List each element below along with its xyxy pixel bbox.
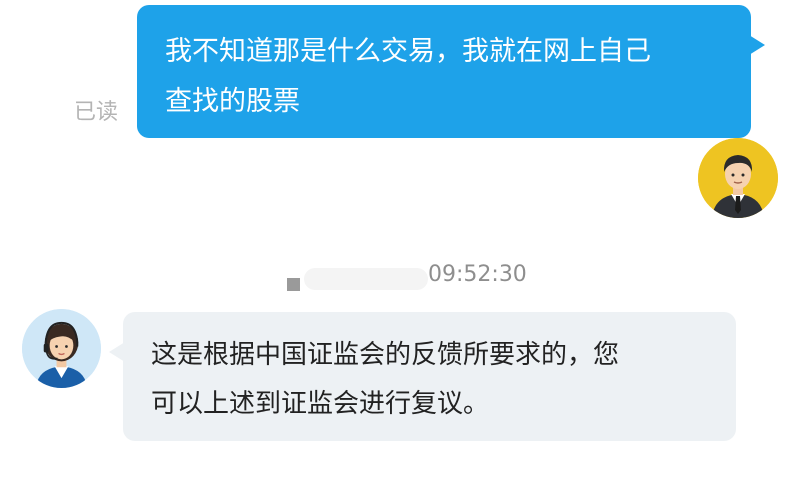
message-timestamp: 09:52:30 bbox=[428, 262, 527, 287]
incoming-message-line-2: 可以上述到证监会进行复议。 bbox=[151, 389, 490, 419]
redacted-mark bbox=[287, 278, 300, 291]
chat-thread: 已读 我不知道那是什么交易，我就在网上自己 查找的股票 09:52:30 这是根… bbox=[0, 0, 800, 500]
timestamp-row: 09:52:30 bbox=[270, 258, 560, 294]
user-avatar-icon[interactable] bbox=[698, 138, 778, 218]
outgoing-message-line-1: 我不知道那是什么交易，我就在网上自己 bbox=[165, 36, 651, 67]
read-status: 已读 bbox=[74, 100, 119, 125]
blurred-region bbox=[304, 268, 428, 290]
incoming-message-bubble[interactable]: 这是根据中国证监会的反馈所要求的，您 可以上述到证监会进行复议。 bbox=[109, 312, 736, 441]
outgoing-message-line-2: 查找的股票 bbox=[165, 86, 300, 117]
customer-service-avatar-icon[interactable] bbox=[22, 309, 101, 388]
outgoing-message-bubble[interactable]: 我不知道那是什么交易，我就在网上自己 查找的股票 bbox=[137, 5, 765, 138]
incoming-message-line-1: 这是根据中国证监会的反馈所要求的，您 bbox=[151, 340, 620, 370]
